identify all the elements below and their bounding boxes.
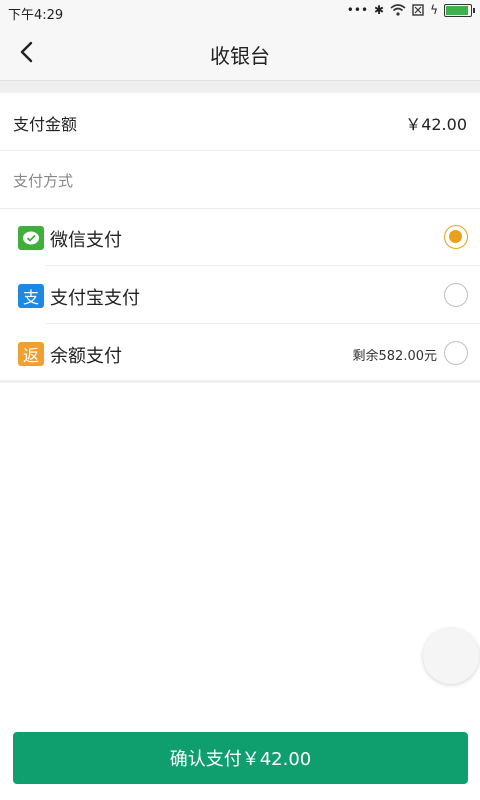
alipay-label: 支付宝支付 <box>50 288 140 309</box>
battery-icon <box>444 3 475 17</box>
wechat-pay-option[interactable]: 微信支付 <box>0 209 480 266</box>
divider <box>46 323 480 324</box>
wechat-pay-icon <box>18 226 44 250</box>
charging-icon: ϟ <box>430 3 438 17</box>
floating-assist-button[interactable] <box>423 628 479 684</box>
wechat-pay-label: 微信支付 <box>50 230 122 251</box>
payment-method-header: 支付方式 <box>0 151 480 209</box>
wechat-pay-radio[interactable] <box>444 225 468 249</box>
list-bottom-border <box>0 380 480 383</box>
divider <box>46 265 480 266</box>
page-title: 收银台 <box>210 44 270 68</box>
amount-value: ￥42.00 <box>405 115 467 134</box>
alipay-icon: 支 <box>18 284 44 308</box>
nav-bar: 收银台 <box>0 24 480 81</box>
balance-pay-radio[interactable] <box>444 341 468 365</box>
status-time: 下午4:29 <box>8 8 64 23</box>
sim-icon <box>412 4 424 16</box>
balance-icon: 返 <box>18 342 44 366</box>
section-gap <box>0 81 480 93</box>
status-bar: 下午4:29 ••• ✱ ϟ <box>0 0 480 24</box>
bluetooth-icon: ✱ <box>374 3 385 17</box>
amount-label: 支付金额 <box>13 115 78 134</box>
payment-method-label: 支付方式 <box>13 172 74 190</box>
amount-row: 支付金额 ￥42.00 <box>0 93 480 151</box>
dots-icon: ••• <box>346 3 369 17</box>
confirm-pay-button[interactable]: 确认支付￥42.00 <box>13 732 468 784</box>
alipay-radio[interactable] <box>444 283 468 307</box>
balance-pay-option[interactable]: 返 余额支付 剩余582.00元 <box>0 325 480 382</box>
balance-remaining: 剩余582.00元 <box>352 349 438 364</box>
status-icons: ••• ✱ ϟ <box>346 3 475 17</box>
wifi-icon <box>390 4 406 16</box>
alipay-option[interactable]: 支 支付宝支付 <box>0 267 480 324</box>
balance-pay-label: 余额支付 <box>50 346 122 367</box>
